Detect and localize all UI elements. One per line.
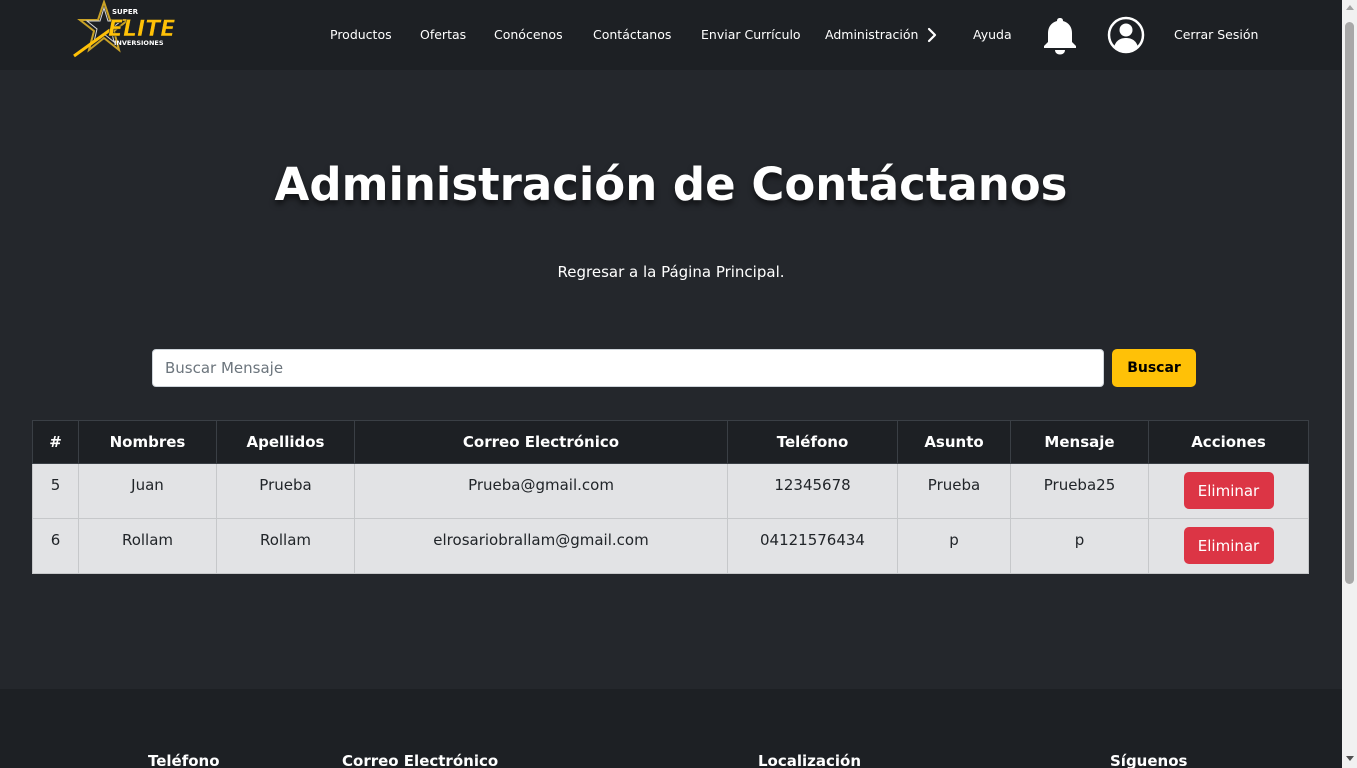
back-to-home-link[interactable]: Regresar a la Página Principal. (0, 263, 1342, 281)
nav-ayuda[interactable]: Ayuda (973, 27, 1012, 42)
nav-ofertas[interactable]: Ofertas (420, 27, 466, 42)
cell-asunto: p (897, 518, 1011, 574)
table-row: 6 Rollam Rollam elrosariobrallam@gmail.c… (32, 518, 1309, 574)
cell-id: 6 (32, 518, 79, 574)
navbar: SUPER ELITE INVERSIONES Productos Oferta… (0, 0, 1342, 70)
cell-asunto: Prueba (897, 463, 1011, 519)
brand-logo[interactable]: SUPER ELITE INVERSIONES (70, 0, 202, 60)
footer-heading-telefono: Teléfono (148, 752, 220, 768)
col-header-apellidos: Apellidos (216, 420, 355, 464)
col-header-acciones: Acciones (1148, 420, 1309, 464)
search-input[interactable] (152, 349, 1104, 387)
svg-text:SUPER: SUPER (112, 8, 139, 16)
scroll-up-arrow-icon[interactable] (1346, 5, 1354, 10)
cell-correo: elrosariobrallam@gmail.com (354, 518, 728, 574)
cell-acciones: Eliminar (1148, 463, 1309, 519)
cell-apellidos: Rollam (216, 518, 355, 574)
cell-telefono: 12345678 (727, 463, 898, 519)
nav-contactanos[interactable]: Contáctanos (593, 27, 671, 42)
nav-productos[interactable]: Productos (330, 27, 392, 42)
cell-nombres: Rollam (78, 518, 217, 574)
footer-heading-siguenos: Síguenos (1110, 752, 1188, 768)
svg-text:INVERSIONES: INVERSIONES (114, 39, 164, 47)
col-header-nombres: Nombres (78, 420, 217, 464)
nav-enviar-curriculo[interactable]: Enviar Currículo (701, 27, 801, 42)
cell-mensaje: p (1010, 518, 1149, 574)
delete-button[interactable]: Eliminar (1183, 472, 1274, 509)
cell-acciones: Eliminar (1148, 518, 1309, 574)
cell-correo: Prueba@gmail.com (354, 463, 728, 519)
table-header-row: # Nombres Apellidos Correo Electrónico T… (32, 420, 1309, 464)
cell-apellidos: Prueba (216, 463, 355, 519)
cell-mensaje: Prueba25 (1010, 463, 1149, 519)
bell-icon[interactable] (1042, 15, 1078, 55)
search-button[interactable]: Buscar (1112, 349, 1196, 387)
footer-heading-correo: Correo Electrónico (342, 752, 499, 768)
col-header-asunto: Asunto (897, 420, 1011, 464)
nav-cerrar-sesion[interactable]: Cerrar Sesión (1174, 27, 1258, 42)
page-title: Administración de Contáctanos (274, 158, 1068, 211)
delete-button[interactable]: Eliminar (1183, 527, 1274, 564)
col-header-telefono: Teléfono (727, 420, 898, 464)
chevron-right-icon[interactable] (926, 26, 938, 44)
nav-conocenos[interactable]: Conócenos (494, 27, 563, 42)
footer-heading-localizacion: Localización (758, 752, 862, 768)
col-header-mensaje: Mensaje (1010, 420, 1149, 464)
nav-administracion[interactable]: Administración (825, 27, 918, 42)
user-circle-icon[interactable] (1107, 16, 1145, 54)
col-header-correo: Correo Electrónico (354, 420, 728, 464)
cell-telefono: 04121576434 (727, 518, 898, 574)
messages-table: # Nombres Apellidos Correo Electrónico T… (32, 420, 1309, 574)
cell-nombres: Juan (78, 463, 217, 519)
scrollbar-thumb[interactable] (1345, 22, 1354, 584)
vertical-scrollbar[interactable] (1342, 0, 1357, 768)
cell-id: 5 (32, 463, 79, 519)
col-header-id: # (32, 420, 79, 464)
table-row: 5 Juan Prueba Prueba@gmail.com 12345678 … (32, 463, 1309, 519)
scroll-down-arrow-icon[interactable] (1346, 756, 1354, 761)
